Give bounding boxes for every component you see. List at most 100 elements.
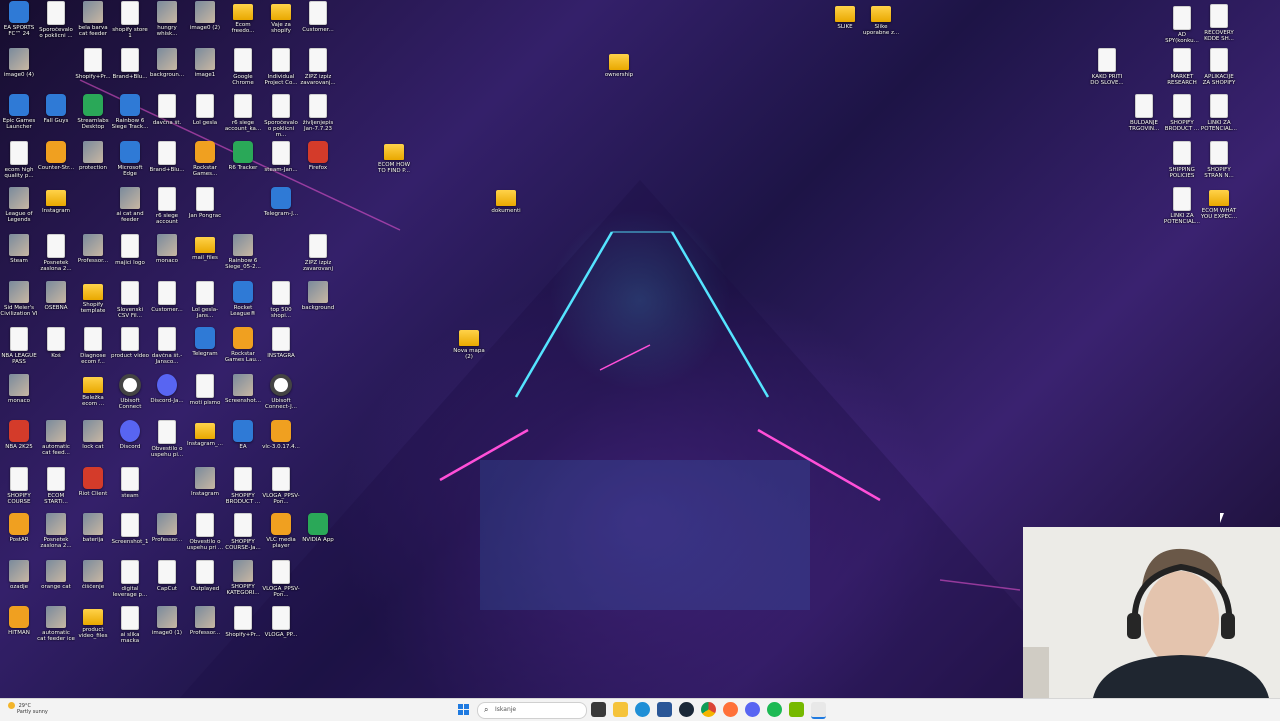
desktop-icon[interactable]: monaco xyxy=(148,233,186,279)
desktop-icon[interactable]: lock cat xyxy=(74,419,112,465)
desktop-icon[interactable]: Counter-Str... xyxy=(37,140,75,186)
desktop-icon[interactable]: ozadje xyxy=(0,559,38,605)
desktop-icon[interactable]: INSTAGRA xyxy=(262,326,300,372)
desktop-icon[interactable]: Rainbow 6 Siege Track... xyxy=(111,93,149,139)
desktop-icon[interactable]: ecom high quality p... xyxy=(0,140,38,186)
desktop-icon[interactable]: ECOM WHAT YOU EXPEC... xyxy=(1200,186,1238,232)
desktop-icon[interactable]: Brand+Blu... xyxy=(111,47,149,93)
desktop-icon[interactable]: Customer... xyxy=(299,0,337,46)
desktop-icon[interactable]: background xyxy=(299,280,337,326)
desktop-icon[interactable]: product video xyxy=(111,326,149,372)
desktop-icon[interactable]: image0 (2) xyxy=(186,0,224,46)
desktop-icon[interactable]: NBA 2K25 xyxy=(0,419,38,465)
desktop-icon[interactable]: ECOM HOW TO FIND P... xyxy=(375,140,413,186)
desktop-icon[interactable]: EA SPORTS FC™ 24 xyxy=(0,0,38,46)
desktop-icon[interactable]: Koš xyxy=(37,326,75,372)
weather-widget[interactable]: 29°C Partly sunny xyxy=(8,702,48,715)
desktop-icon[interactable]: Instagram_... xyxy=(186,419,224,465)
active-app-icon[interactable] xyxy=(811,702,826,719)
desktop-icon[interactable]: VLOGA_PP... xyxy=(262,605,300,651)
desktop-icon[interactable]: Professor... xyxy=(148,512,186,558)
desktop-icon[interactable]: Rocket League® xyxy=(224,280,262,326)
steam-icon[interactable] xyxy=(679,702,694,717)
desktop-icon[interactable]: PostAR xyxy=(0,512,38,558)
desktop-icon[interactable]: Posnetek zaslona 2... xyxy=(37,233,75,279)
desktop-icon[interactable]: SHIPPING POLICIES xyxy=(1163,140,1201,186)
windows-start-button[interactable] xyxy=(458,704,470,716)
desktop-icon[interactable]: ai cat and feeder xyxy=(111,186,149,232)
desktop-icon[interactable]: Beležka ecom ... xyxy=(74,373,112,419)
desktop-icon[interactable]: Telegram-J... xyxy=(262,186,300,232)
spotify-icon[interactable] xyxy=(767,702,782,717)
desktop-icon[interactable]: protection xyxy=(74,140,112,186)
desktop-icon[interactable]: CapCut xyxy=(148,559,186,605)
desktop-icon[interactable]: Discord-Ja... xyxy=(148,373,186,419)
desktop-icon[interactable]: image0 (1) xyxy=(148,605,186,651)
desktop-icon[interactable]: Individual Project Co... xyxy=(262,47,300,93)
desktop-icon[interactable]: bela barva cat feeder xyxy=(74,0,112,46)
desktop-icon[interactable]: ZIPZ izpiz zavarovanj xyxy=(299,233,337,279)
desktop-icon[interactable]: Obvestilo o uspehu pri ... xyxy=(186,512,224,558)
chrome-icon[interactable] xyxy=(701,702,716,717)
desktop-icon[interactable]: orange cat xyxy=(37,559,75,605)
desktop-icon[interactable]: AD SPY(konku... xyxy=(1163,5,1201,51)
desktop-icon[interactable]: Rainbow 6 Siege_05-2... xyxy=(224,233,262,279)
desktop-icon[interactable]: HITMAN xyxy=(0,605,38,651)
desktop-icon[interactable]: Obvestilo o uspehu pi... xyxy=(148,419,186,465)
desktop-icon[interactable]: Lol gesla-Jans... xyxy=(186,280,224,326)
desktop-icon[interactable]: ai slika macka xyxy=(111,605,149,651)
desktop-icon[interactable]: Sporočevalo o poklicni ... xyxy=(37,0,75,46)
desktop-icon[interactable]: ownership xyxy=(600,50,638,96)
desktop-icon[interactable]: Ubisoft Connect xyxy=(111,373,149,419)
desktop-icon[interactable]: KAKO PRITI DO SLOVE... xyxy=(1088,47,1126,93)
desktop-icon[interactable]: ECOM STARTI... xyxy=(37,466,75,512)
desktop-icon[interactable]: shopify store 1 xyxy=(111,0,149,46)
desktop-icon[interactable]: baterija xyxy=(74,512,112,558)
desktop-icon[interactable]: Ubisoft Connect-J... xyxy=(262,373,300,419)
desktop-icon[interactable]: dokumenti xyxy=(487,186,525,232)
desktop-icon[interactable]: Vaje za shopify xyxy=(262,0,300,46)
desktop-icon[interactable]: SLIKE xyxy=(826,2,864,48)
firefox-icon[interactable] xyxy=(723,702,738,717)
desktop-icon[interactable]: Shopify+Pr... xyxy=(74,47,112,93)
desktop-icon[interactable]: r6 siege account xyxy=(148,186,186,232)
desktop-icon[interactable]: Slike uporabne z... xyxy=(862,2,900,48)
desktop-icon[interactable]: majici logo xyxy=(111,233,149,279)
desktop-icon[interactable]: Shopify+Pr... xyxy=(224,605,262,651)
desktop-icon[interactable]: življenjepis Jan-7.7.23 xyxy=(299,93,337,139)
desktop-icon[interactable]: čiščenje xyxy=(74,559,112,605)
desktop-icon[interactable]: moti pismo xyxy=(186,373,224,419)
desktop-icon[interactable]: Discord xyxy=(111,419,149,465)
discord-icon[interactable] xyxy=(745,702,760,717)
desktop-icon[interactable]: image0 (4) xyxy=(0,47,38,93)
desktop-icon[interactable]: product video_files xyxy=(74,605,112,651)
desktop-icon[interactable]: automatic cat feeder ice xyxy=(37,605,75,651)
desktop-icon[interactable]: backgroun... xyxy=(148,47,186,93)
desktop-icon[interactable]: SHOPIFY BRODUCT ... xyxy=(224,466,262,512)
desktop-icon[interactable]: NBA LEAGUE PASS xyxy=(0,326,38,372)
desktop-icon[interactable]: VLC media player xyxy=(262,512,300,558)
desktop-icon[interactable]: Diagnose ecom f... xyxy=(74,326,112,372)
desktop-icon[interactable]: vlc-3.0.17.4... xyxy=(262,419,300,465)
desktop-icon[interactable]: Riot Client xyxy=(74,466,112,512)
desktop-icon[interactable]: Firefox xyxy=(299,140,337,186)
desktop-icon[interactable]: Screenshot_1 xyxy=(111,512,149,558)
desktop-icon[interactable]: Lol gesla xyxy=(186,93,224,139)
desktop-icon[interactable]: Telegram xyxy=(186,326,224,372)
desktop-icon[interactable]: OSEBNA xyxy=(37,280,75,326)
desktop-icon[interactable]: Steam xyxy=(0,233,38,279)
desktop-icon[interactable]: R6 Tracker xyxy=(224,140,262,186)
desktop-icon[interactable]: Fall Guys xyxy=(37,93,75,139)
desktop-icon[interactable]: SHOPIFY KATEGORI... xyxy=(224,559,262,605)
desktop-icon[interactable]: Shopify template xyxy=(74,280,112,326)
desktop-icon[interactable]: Posnetek zaslona 2... xyxy=(37,512,75,558)
desktop-icon[interactable]: Professor... xyxy=(74,233,112,279)
desktop-icon[interactable]: Epic Games Launcher xyxy=(0,93,38,139)
desktop-icon[interactable]: hungry whisk... xyxy=(148,0,186,46)
desktop-icon[interactable]: r6 siege account_ka... xyxy=(224,93,262,139)
desktop-icon[interactable]: League of Legends xyxy=(0,186,38,232)
desktop-icon[interactable]: digital leverage p... xyxy=(111,559,149,605)
desktop-icon[interactable]: Ecom freedo... xyxy=(224,0,262,46)
store-icon[interactable] xyxy=(657,702,672,717)
desktop-icon[interactable]: steam xyxy=(111,466,149,512)
